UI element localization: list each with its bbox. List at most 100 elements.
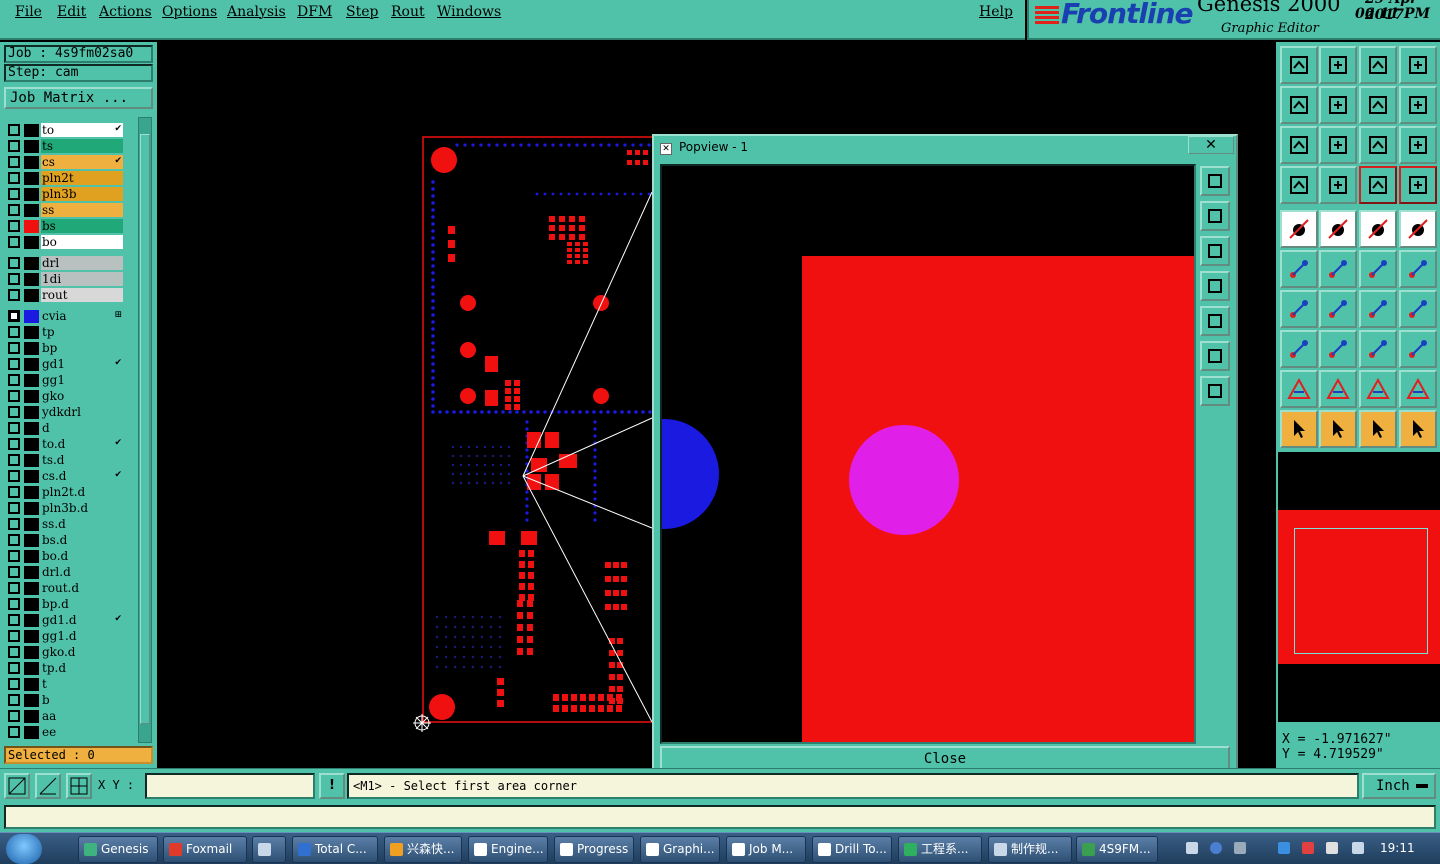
layer-display-swatch[interactable] (24, 326, 39, 339)
layer-row[interactable]: pln2t (4, 171, 125, 186)
layer-name[interactable]: bo (41, 235, 123, 249)
layer-name[interactable]: bo.d (41, 549, 123, 563)
layer-display-swatch[interactable] (24, 470, 39, 483)
layer-display-swatch[interactable] (24, 486, 39, 499)
layer-name[interactable]: b (41, 693, 123, 707)
zoom-area-icon[interactable] (1280, 126, 1318, 164)
layer-display-swatch[interactable] (24, 172, 39, 185)
layer-row[interactable]: bp.d (4, 597, 125, 612)
overview-map[interactable] (1278, 452, 1440, 722)
layer-row[interactable]: gg1.d (4, 629, 125, 644)
layer-row[interactable]: bo (4, 235, 125, 250)
netlist-icon[interactable] (1359, 166, 1397, 204)
layer-name[interactable]: ss.d (41, 517, 123, 531)
layer-display-swatch[interactable] (24, 694, 39, 707)
taskbar-item[interactable]: 制作规... (988, 836, 1072, 863)
layer-row[interactable]: pln2t.d (4, 485, 125, 500)
layer-display-swatch[interactable] (24, 678, 39, 691)
layer-display-swatch[interactable] (24, 438, 39, 451)
layer-checkbox[interactable] (8, 326, 20, 338)
layer-name[interactable]: ee (41, 725, 123, 739)
antivirus-icon[interactable] (1302, 842, 1314, 854)
layer-row[interactable]: b (4, 693, 125, 708)
menu-analysis[interactable]: Analysis (227, 4, 286, 20)
scrollbar-thumb[interactable] (140, 134, 150, 724)
volume-icon[interactable] (1352, 842, 1364, 854)
scale-icon[interactable] (1359, 126, 1397, 164)
pop-pan-left-button[interactable] (1200, 271, 1230, 301)
menu-help[interactable]: Help (979, 4, 1013, 20)
layer-row[interactable]: ydkdrl (4, 405, 125, 420)
select-stepped-icon[interactable] (1399, 410, 1437, 448)
layer-name[interactable]: d (41, 421, 123, 435)
layer-row[interactable]: cs ✔ (4, 155, 125, 170)
layer-name[interactable]: gg1 (41, 373, 123, 387)
layer-row[interactable]: ts (4, 139, 125, 154)
taskbar-item[interactable]: 4S9FM... (1076, 836, 1158, 863)
layer-name[interactable]: to.d (41, 437, 123, 451)
cross-icon[interactable] (1319, 250, 1357, 288)
menu-rout[interactable]: Rout (391, 4, 425, 20)
layer-display-swatch[interactable] (24, 220, 39, 233)
layer-checkbox[interactable] (8, 678, 20, 690)
layer-row[interactable]: ts.d (4, 453, 125, 468)
layer-name[interactable]: bs (41, 219, 123, 233)
start-button[interactable] (6, 834, 42, 864)
layer-checkbox[interactable] (8, 630, 20, 642)
taskbar-item[interactable] (252, 836, 286, 863)
window-icon[interactable] (1399, 46, 1437, 84)
layer-display-swatch[interactable] (24, 236, 39, 249)
layer-row[interactable]: tp.d (4, 661, 125, 676)
angle-icon[interactable] (1280, 290, 1318, 328)
layer-checkbox[interactable] (8, 204, 20, 216)
group-icon[interactable] (1399, 330, 1437, 368)
layer-display-swatch[interactable] (24, 310, 39, 323)
layer-name[interactable]: pln3b (41, 187, 123, 201)
layer-name[interactable]: 1di (41, 272, 123, 286)
taskbar-item[interactable]: 工程系... (898, 836, 982, 863)
layer-display-swatch[interactable] (24, 534, 39, 547)
layer-display-swatch[interactable] (24, 188, 39, 201)
layer-checkbox[interactable] (8, 220, 20, 232)
popview-titlebar[interactable]: ✕ Popview - 1 ✕ (654, 136, 1236, 162)
layer-row[interactable]: pln3b (4, 187, 125, 202)
layer-checkbox[interactable] (8, 124, 20, 136)
layer-row[interactable]: ss (4, 203, 125, 218)
layer-row[interactable]: rout (4, 288, 125, 303)
layer-display-swatch[interactable] (24, 710, 39, 723)
layer-checkbox[interactable] (8, 172, 20, 184)
menu-windows[interactable]: Windows (437, 4, 501, 20)
layer-display-swatch[interactable] (24, 140, 39, 153)
layer-display-swatch[interactable] (24, 204, 39, 217)
help-icon[interactable] (1210, 842, 1222, 854)
popview-canvas[interactable] (660, 164, 1196, 744)
redraw-icon[interactable] (1399, 86, 1437, 124)
probe-icon[interactable] (1319, 166, 1357, 204)
zoom-center-icon[interactable] (1319, 126, 1357, 164)
taskbar-item[interactable]: Foxmail (163, 836, 247, 863)
pop-pan-down-button[interactable] (1200, 236, 1230, 266)
pan-right-icon[interactable] (1319, 86, 1357, 124)
layer-row[interactable]: cs.d ✔ (4, 469, 125, 484)
layer-name[interactable]: bp.d (41, 597, 123, 611)
layer-row[interactable]: d (4, 421, 125, 436)
close-icon[interactable]: ✕ (1188, 136, 1234, 154)
layer-row[interactable]: to.d ✔ (4, 437, 125, 452)
layer-name[interactable]: aa (41, 709, 123, 723)
layer-checkbox[interactable] (8, 236, 20, 248)
layer-display-swatch[interactable] (24, 582, 39, 595)
layer-row[interactable]: to ✔ (4, 123, 125, 138)
home-icon[interactable] (1280, 46, 1318, 84)
layer-checkbox[interactable] (8, 289, 20, 301)
layer-checkbox[interactable] (8, 486, 20, 498)
layer-name[interactable]: drl (41, 256, 123, 270)
measure-icon[interactable] (35, 773, 61, 799)
help-icon[interactable] (1399, 126, 1437, 164)
dot-icon[interactable] (1399, 210, 1437, 248)
layer-display-swatch[interactable] (24, 518, 39, 531)
move-pad-icon[interactable] (1280, 330, 1318, 368)
measure-icon[interactable] (1359, 330, 1397, 368)
zoom-fit-icon[interactable] (1359, 86, 1397, 124)
layer-name[interactable]: bs.d (41, 533, 123, 547)
connect-icon[interactable] (1280, 250, 1318, 288)
